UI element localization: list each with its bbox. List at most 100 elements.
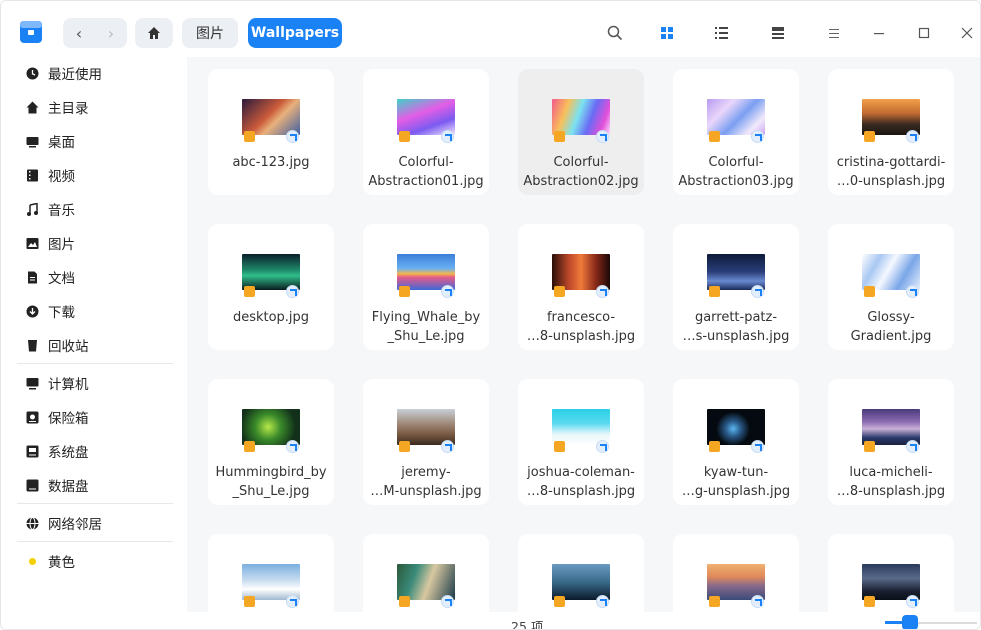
sidebar-item-label: 保险箱 [48, 411, 89, 427]
breadcrumb-wallpapers[interactable]: Wallpapers [248, 18, 342, 48]
file-item[interactable]: cristina-gottardi- …0-unsplash.jpg [828, 69, 954, 195]
sidebar-item-music[interactable]: 音乐 [17, 195, 173, 223]
search-button[interactable] [599, 18, 631, 48]
sidebar-item-computer[interactable]: 计算机 [17, 369, 173, 397]
navigation-buttons: ‹ › [63, 18, 127, 48]
icon-view-button[interactable] [651, 18, 683, 48]
maximize-button[interactable] [908, 18, 940, 48]
lock-icon [864, 286, 875, 297]
desktop-icon [25, 134, 39, 148]
sidebar-item-home[interactable]: 主目录 [17, 93, 173, 121]
share-link-icon [286, 130, 299, 143]
file-item[interactable]: luca-micheli- …8-unsplash.jpg [828, 379, 954, 505]
file-item[interactable]: joshua-coleman- …8-unsplash.jpg [518, 379, 644, 505]
search-icon [607, 25, 623, 41]
share-link-icon [906, 285, 919, 298]
share-link-icon [441, 595, 454, 608]
sidebar-item-vault[interactable]: 保险箱 [17, 403, 173, 431]
menu-button[interactable] [818, 18, 850, 48]
file-item[interactable]: Hummingbird_by _Shu_Le.jpg [208, 379, 334, 505]
share-link-icon [596, 595, 609, 608]
file-item[interactable]: kyaw-tun- …g-unsplash.jpg [673, 379, 799, 505]
document-icon [25, 270, 39, 284]
file-item[interactable]: francesco- …8-unsplash.jpg [518, 224, 644, 350]
file-item[interactable] [518, 534, 644, 612]
file-item[interactable]: jeremy- …M-unsplash.jpg [363, 379, 489, 505]
share-link-icon [906, 595, 919, 608]
sidebar-item-pictures[interactable]: 图片 [17, 229, 173, 257]
forward-button[interactable]: › [95, 18, 127, 48]
sidebar-item-recent[interactable]: 最近使用 [17, 59, 173, 87]
sidebar-item-label: 回收站 [48, 339, 89, 355]
file-name: jeremy- …M-unsplash.jpg [370, 465, 482, 499]
close-button[interactable] [951, 18, 980, 48]
home-icon [25, 100, 39, 114]
sidebar-item-network[interactable]: 网络邻居 [17, 509, 173, 537]
sidebar-item-data-disk[interactable]: 数据盘 [17, 471, 173, 499]
sidebar-item-label: 文档 [48, 271, 75, 287]
zoom-slider-handle[interactable] [902, 615, 918, 629]
grid-view-icon [661, 27, 673, 39]
file-name: joshua-coleman- …8-unsplash.jpg [526, 465, 636, 499]
music-icon [25, 202, 39, 216]
file-item[interactable] [673, 534, 799, 612]
sidebar-item-label: 计算机 [48, 377, 89, 393]
data-disk-icon [25, 478, 39, 492]
file-item[interactable] [828, 534, 954, 612]
system-disk-icon [25, 444, 39, 458]
item-count: 25 项 [511, 619, 544, 630]
detail-panel-button[interactable] [762, 18, 794, 48]
sidebar-item-trash[interactable]: 回收站 [17, 331, 173, 359]
file-name: cristina-gottardi- …0-unsplash.jpg [836, 155, 946, 189]
zoom-slider-fill [885, 621, 903, 624]
file-item[interactable]: Colorful- Abstraction03.jpg [673, 69, 799, 195]
status-bar: 25 项 [187, 612, 980, 630]
back-button[interactable]: ‹ [63, 18, 95, 48]
sidebar-item-videos[interactable]: 视频 [17, 161, 173, 189]
file-manager-app-icon [17, 17, 45, 45]
computer-icon [25, 376, 39, 390]
sidebar-divider [17, 363, 173, 364]
sidebar-item-documents[interactable]: 文档 [17, 263, 173, 291]
file-item[interactable] [363, 534, 489, 612]
picture-icon [25, 236, 39, 250]
file-item[interactable]: Colorful- Abstraction01.jpg [363, 69, 489, 195]
trash-icon [25, 338, 39, 352]
sidebar-item-label: 数据盘 [48, 479, 89, 495]
share-link-icon [751, 130, 764, 143]
sidebar-item-label: 黄色 [48, 555, 75, 571]
file-item[interactable]: Colorful- Abstraction02.jpg [518, 69, 644, 195]
lock-icon [399, 596, 410, 607]
sidebar-item-downloads[interactable]: 下载 [17, 297, 173, 325]
share-link-icon [596, 285, 609, 298]
yellow-tag-icon [25, 554, 39, 568]
minimize-button[interactable] [863, 18, 895, 48]
file-item[interactable]: abc-123.jpg [208, 69, 334, 195]
file-name: Glossy- Gradient.jpg [850, 310, 932, 344]
file-item[interactable]: Glossy- Gradient.jpg [828, 224, 954, 350]
sidebar-item-label: 视频 [48, 169, 75, 185]
lock-icon [864, 596, 875, 607]
chevron-left-icon: ‹ [75, 23, 83, 43]
lock-icon [244, 286, 255, 297]
lock-icon [709, 131, 720, 142]
file-item[interactable] [208, 534, 334, 612]
file-manager-window: ‹ › 图片 Wallpapers 最近使用 主目录 桌面 视频 音乐 图片 文… [0, 0, 981, 630]
sidebar-item-desktop[interactable]: 桌面 [17, 127, 173, 155]
file-name: desktop.jpg [232, 310, 310, 325]
file-name: Colorful- Abstraction02.jpg [523, 155, 639, 189]
home-breadcrumb-button[interactable] [135, 18, 173, 48]
sidebar-item-label: 桌面 [48, 135, 75, 151]
sidebar-item-tag-yellow[interactable]: 黄色 [17, 547, 173, 575]
list-view-button[interactable] [705, 18, 737, 48]
file-item[interactable]: desktop.jpg [208, 224, 334, 350]
lock-icon [709, 596, 720, 607]
file-item[interactable]: Flying_Whale_by _Shu_Le.jpg [363, 224, 489, 350]
breadcrumb-pictures[interactable]: 图片 [182, 18, 238, 48]
list-view-icon [714, 27, 728, 39]
file-item[interactable]: garrett-patz- …s-unsplash.jpg [673, 224, 799, 350]
sidebar-divider [17, 503, 173, 504]
sidebar-item-system-disk[interactable]: 系统盘 [17, 437, 173, 465]
file-name: kyaw-tun- …g-unsplash.jpg [681, 465, 791, 499]
share-link-icon [596, 130, 609, 143]
